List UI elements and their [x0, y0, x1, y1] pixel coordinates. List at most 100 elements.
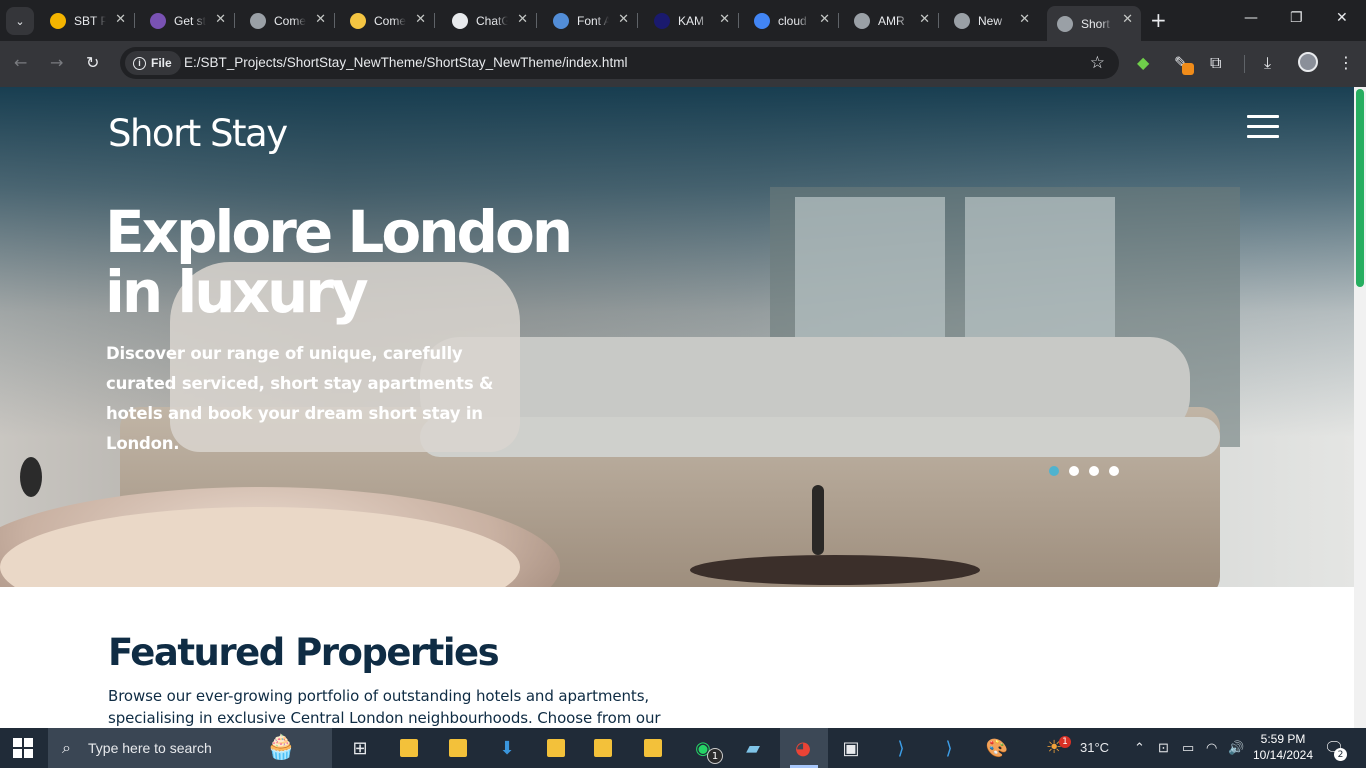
windows-taskbar: ⌕ Type here to search 🧁 ⊞ ⬇ ◉ 1 ▰ ◕ ▣ ⟩ …	[0, 728, 1366, 768]
browser-tab[interactable]: Font A ✕	[543, 6, 638, 35]
hero-section: Short Stay Explore London in luxury Disc…	[0, 87, 1354, 587]
close-window-icon[interactable]: ✕	[1336, 10, 1348, 26]
bootstrap-icon	[150, 12, 166, 29]
clock-date: 10/14/2024	[1252, 748, 1314, 762]
url-text[interactable]: E:/SBT_Projects/ShortStay_NewTheme/Short…	[184, 55, 627, 70]
taskbar-search-box[interactable]: ⌕ Type here to search 🧁	[48, 728, 332, 768]
browser-tab-title: New	[978, 13, 1003, 28]
page-scrollbar[interactable]	[1354, 87, 1366, 728]
taskbar-clock[interactable]: 5:59 PM 10/14/2024	[1252, 731, 1314, 763]
carousel-indicators	[1049, 466, 1119, 476]
tray-meet-icon[interactable]: ⊡	[1158, 740, 1169, 756]
browser-tab[interactable]: KAM ✕	[644, 6, 739, 35]
back-icon[interactable]: ←	[14, 53, 27, 72]
browser-tab[interactable]: SBT P ✕	[40, 6, 135, 35]
close-tab-icon[interactable]: ✕	[919, 13, 930, 27]
download-icon[interactable]: ⤓	[1264, 53, 1271, 73]
chrome-icon[interactable]: ◕	[790, 736, 816, 760]
hero-headline-line2: in luxury	[105, 258, 369, 326]
tab-separator	[738, 13, 739, 28]
taskbar-search-placeholder: Type here to search	[88, 740, 212, 756]
weather-badge: 1	[1059, 736, 1071, 748]
hero-bg-dish	[690, 555, 980, 585]
battery-icon[interactable]: ▭	[1182, 740, 1194, 756]
browser-tab-title: Font A	[577, 13, 609, 28]
carousel-dot[interactable]	[1089, 466, 1099, 476]
vscode-icon[interactable]: ⟩	[936, 736, 962, 760]
forward-icon[interactable]: →	[50, 53, 63, 72]
file-explorer-icon[interactable]	[396, 736, 422, 760]
carousel-dot[interactable]	[1109, 466, 1119, 476]
close-tab-icon[interactable]: ✕	[115, 13, 126, 27]
browser-tab[interactable]: Short ✕	[1047, 6, 1141, 41]
browser-tab[interactable]: ChatG ✕	[442, 6, 537, 35]
bookmark-star-icon[interactable]: ☆	[1090, 53, 1105, 73]
browser-tab-title: Get st	[174, 13, 206, 28]
windows-start-icon[interactable]	[13, 738, 33, 758]
new-tab-button[interactable]: +	[1150, 10, 1167, 30]
toolbar-divider	[1244, 55, 1245, 73]
volume-icon[interactable]: 🔊	[1228, 740, 1244, 756]
globe-icon	[1057, 15, 1073, 32]
close-tab-icon[interactable]: ✕	[315, 13, 326, 27]
carousel-dot[interactable]	[1069, 466, 1079, 476]
browser-tab-title: Come	[374, 13, 406, 28]
extension-icon[interactable]: ◆	[1137, 53, 1149, 72]
close-tab-icon[interactable]: ✕	[1019, 13, 1030, 27]
scrollbar-thumb[interactable]	[1356, 89, 1364, 287]
minimize-icon[interactable]: —	[1244, 10, 1258, 26]
clock-time: 5:59 PM	[1260, 732, 1306, 746]
file-explorer-icon[interactable]	[445, 736, 471, 760]
whatsapp-badge: 1	[707, 748, 723, 764]
weather-temperature[interactable]: 31°C	[1080, 740, 1109, 755]
browser-tab[interactable]: New ✕	[944, 6, 1038, 35]
browser-tab[interactable]: cloud ✕	[744, 6, 839, 35]
chrome-icon	[954, 12, 970, 29]
address-bar[interactable]: i File E:/SBT_Projects/ShortStay_NewThem…	[120, 47, 1119, 79]
more-menu-icon[interactable]: ⋮	[1338, 53, 1354, 72]
browser-tab-title: cloud	[778, 13, 807, 28]
vscode-icon[interactable]: ⟩	[888, 736, 914, 760]
close-tab-icon[interactable]: ✕	[719, 13, 730, 27]
reload-icon[interactable]: ↻	[86, 53, 99, 72]
close-tab-icon[interactable]: ✕	[819, 13, 830, 27]
extensions-puzzle-icon[interactable]: ⧉	[1210, 53, 1221, 73]
restore-icon[interactable]: ❐	[1290, 10, 1303, 26]
close-tab-icon[interactable]: ✕	[215, 13, 226, 27]
notification-count-badge: 2	[1334, 748, 1347, 761]
browser-tab[interactable]: Get st ✕	[140, 6, 235, 35]
close-tab-icon[interactable]: ✕	[415, 13, 426, 27]
flag-icon	[553, 12, 569, 29]
file-explorer-icon[interactable]	[590, 736, 616, 760]
task-view-icon[interactable]: ⊞	[347, 736, 373, 760]
download-arrow-icon[interactable]: ⬇	[494, 736, 520, 760]
wifi-icon[interactable]: ◠	[1206, 740, 1217, 756]
tab-separator	[334, 13, 335, 28]
extension-badge	[1182, 63, 1194, 75]
tab-separator	[536, 13, 537, 28]
hero-bg-knob	[20, 457, 42, 497]
hero-subheading: Discover our range of unique, carefully …	[106, 344, 494, 453]
tab-separator	[434, 13, 435, 28]
hamburger-menu-icon[interactable]	[1247, 115, 1279, 139]
close-tab-icon[interactable]: ✕	[517, 13, 528, 27]
browser-tab[interactable]: AMR ✕	[844, 6, 939, 35]
browser-tab[interactable]: Come ✕	[340, 6, 435, 35]
terminal-icon[interactable]: ▣	[838, 736, 864, 760]
google-drive-icon	[50, 12, 66, 29]
chevron-down-icon: ⌄	[15, 14, 25, 28]
file-explorer-icon[interactable]	[543, 736, 569, 760]
browser-tab[interactable]: Come ✕	[240, 6, 335, 35]
file-explorer-icon[interactable]	[640, 736, 666, 760]
tab-search-button[interactable]: ⌄	[6, 7, 34, 35]
paint-icon[interactable]: 🎨	[984, 736, 1010, 760]
close-tab-icon[interactable]: ✕	[1122, 13, 1133, 27]
site-logo[interactable]: Short Stay	[108, 112, 288, 155]
notepad-icon[interactable]: ▰	[740, 736, 766, 760]
close-tab-icon[interactable]: ✕	[618, 13, 629, 27]
profile-avatar[interactable]	[1298, 52, 1318, 72]
tray-chevron-up-icon[interactable]: ⌃	[1134, 740, 1145, 756]
tab-separator	[637, 13, 638, 28]
site-info-chip[interactable]: i File	[125, 51, 181, 75]
carousel-dot[interactable]	[1049, 466, 1059, 476]
